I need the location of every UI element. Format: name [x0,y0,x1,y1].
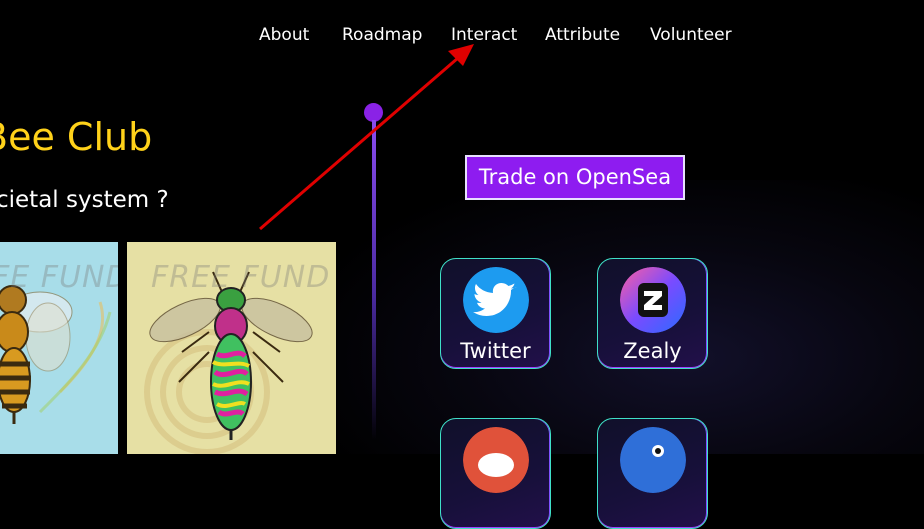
annotation-arrow [259,44,474,231]
